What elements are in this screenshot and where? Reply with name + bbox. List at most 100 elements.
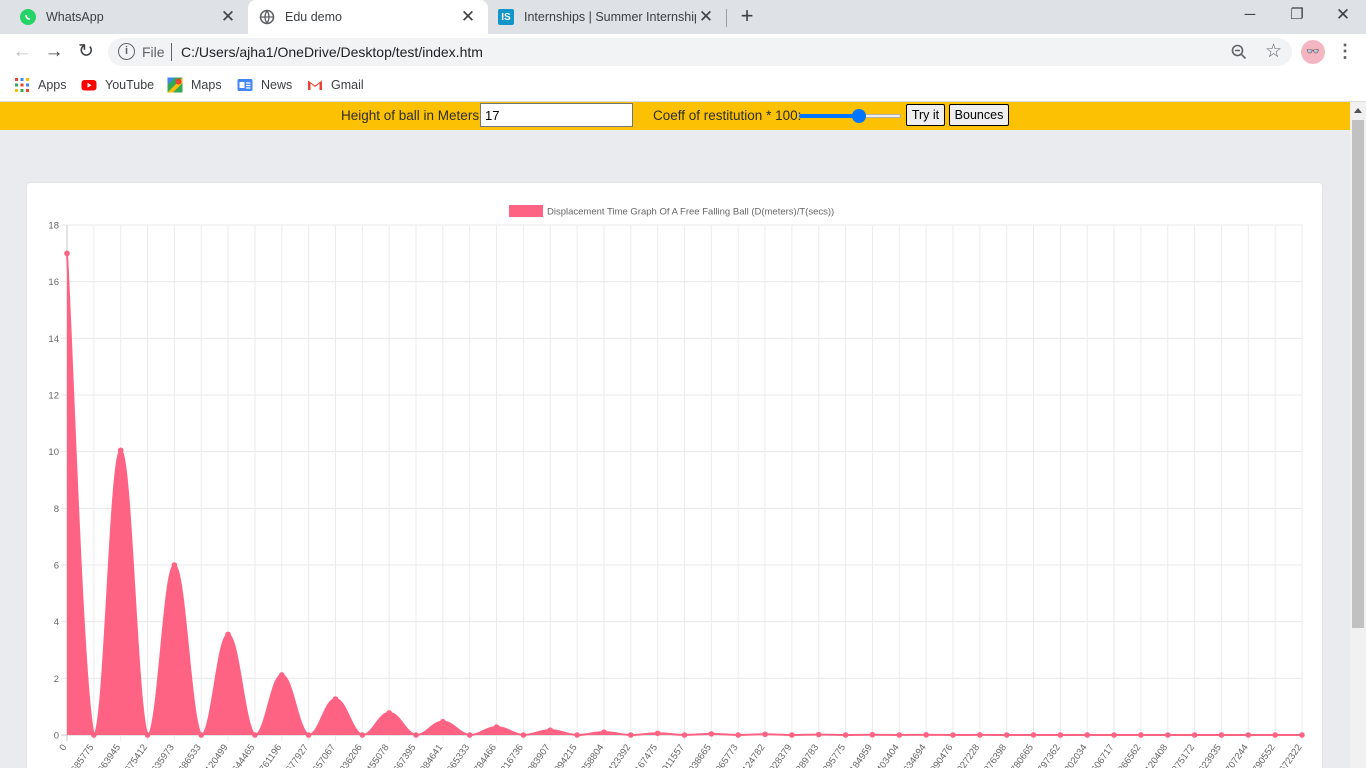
data-point[interactable] (225, 631, 231, 638)
data-point[interactable] (950, 732, 956, 738)
bookmark-apps[interactable]: Apps (14, 77, 67, 93)
data-point[interactable] (91, 732, 97, 738)
y-tick-label: 8 (54, 504, 59, 515)
tab-whatsapp[interactable]: WhatsApp ✕ (0, 0, 248, 34)
scroll-thumb[interactable] (1352, 120, 1364, 628)
close-window-button[interactable]: ✕ (1320, 0, 1366, 30)
data-point[interactable] (708, 731, 715, 737)
profile-avatar[interactable]: 👓 (1301, 40, 1325, 64)
data-point[interactable] (305, 732, 312, 738)
data-point[interactable] (789, 732, 795, 738)
data-point[interactable] (547, 727, 554, 733)
new-tab-button[interactable]: + (735, 5, 759, 29)
data-point[interactable] (923, 732, 929, 738)
zoom-icon[interactable] (1230, 43, 1248, 61)
data-point[interactable] (520, 732, 527, 738)
data-point[interactable] (198, 732, 205, 738)
bookmark-star-icon[interactable]: ☆ (1265, 40, 1282, 63)
data-point[interactable] (440, 718, 446, 725)
x-tick-label: .677927 (282, 742, 311, 768)
data-point[interactable] (1218, 732, 1225, 738)
data-point[interactable] (1164, 732, 1171, 738)
bookmark-maps[interactable]: Maps (167, 77, 222, 93)
data-point[interactable] (171, 562, 178, 568)
y-tick-label: 2 (54, 674, 59, 685)
back-button[interactable]: ← (8, 38, 36, 66)
slider-thumb[interactable] (851, 109, 866, 123)
bookmark-gmail[interactable]: Gmail (307, 77, 364, 93)
menu-icon[interactable]: ⋮ (1336, 40, 1354, 64)
data-point[interactable] (144, 732, 151, 738)
close-tab-icon[interactable]: ✕ (218, 7, 238, 27)
x-tick-label: .635973 (148, 742, 177, 768)
data-point[interactable] (386, 710, 392, 716)
tab-edu-demo[interactable]: Edu demo ✕ (248, 0, 488, 34)
x-tick-label: .911557 (659, 742, 687, 768)
page-viewport: Height of ball in Meters: Coeff of resti… (0, 102, 1350, 768)
data-point[interactable] (413, 732, 419, 738)
height-input[interactable] (480, 103, 633, 127)
try-it-button[interactable]: Try it (906, 104, 945, 126)
minimize-button[interactable]: ─ (1227, 0, 1273, 30)
data-point[interactable] (735, 732, 741, 738)
chart-grid (61, 224, 1303, 741)
data-point[interactable] (359, 732, 366, 738)
bookmarks-bar: Apps YouTube Maps News Gmail (0, 70, 1366, 102)
data-point[interactable] (1030, 732, 1037, 738)
y-tick-label: 16 (48, 277, 59, 288)
data-point[interactable] (64, 250, 70, 257)
data-point[interactable] (977, 732, 983, 738)
data-point[interactable] (278, 672, 285, 678)
bookmark-youtube[interactable]: YouTube (81, 77, 154, 93)
close-tab-icon[interactable]: ✕ (696, 7, 716, 27)
chart-legend[interactable]: Displacement Time Graph Of A Free Fallin… (509, 205, 834, 218)
forward-button[interactable]: → (40, 38, 68, 66)
data-point[interactable] (574, 732, 580, 738)
scroll-up-arrow[interactable] (1354, 108, 1362, 113)
page-scrollbar[interactable] (1350, 102, 1366, 768)
data-point[interactable] (1272, 732, 1278, 738)
data-point[interactable] (815, 731, 822, 738)
data-point[interactable] (332, 696, 339, 702)
url-divider (171, 43, 172, 61)
data-point[interactable] (252, 732, 258, 738)
x-tick-label: .065773 (712, 742, 741, 768)
bookmark-news[interactable]: News (237, 77, 292, 93)
data-point[interactable] (1299, 732, 1305, 738)
x-tick-label: .120408 (1142, 742, 1171, 768)
reload-button[interactable]: ↻ (72, 38, 100, 66)
data-point[interactable] (1245, 732, 1252, 738)
data-point[interactable] (1057, 732, 1064, 738)
data-point[interactable] (466, 732, 473, 738)
restore-button[interactable]: ❐ (1274, 0, 1320, 30)
data-point[interactable] (1084, 732, 1091, 738)
data-point[interactable] (601, 729, 607, 735)
url-text[interactable]: C:/Users/ajha1/OneDrive/Desktop/test/ind… (181, 44, 483, 60)
info-icon[interactable]: i (118, 43, 135, 60)
tab-internships[interactable]: IS Internships | Summer Internship ✕ (488, 0, 726, 34)
data-point[interactable] (1111, 732, 1117, 738)
data-point[interactable] (654, 730, 661, 737)
data-point[interactable] (628, 732, 634, 738)
data-point[interactable] (869, 731, 876, 738)
data-point[interactable] (896, 732, 903, 738)
data-point[interactable] (842, 732, 849, 738)
x-tick-label: .876398 (980, 742, 1009, 768)
y-tick-label: 0 (54, 731, 59, 742)
data-point[interactable] (681, 732, 688, 738)
data-point[interactable] (117, 447, 124, 454)
data-point[interactable] (493, 724, 500, 730)
x-tick-label: .202034 (1061, 742, 1090, 768)
address-bar[interactable]: i File C:/Users/ajha1/OneDrive/Desktop/t… (108, 38, 1292, 66)
x-tick-label: .455078 (363, 742, 392, 768)
data-point[interactable] (1138, 732, 1144, 738)
bookmark-label: News (261, 78, 293, 92)
data-point[interactable] (1003, 732, 1010, 738)
bounces-button[interactable]: Bounces (949, 104, 1009, 126)
data-point[interactable] (762, 731, 768, 738)
x-tick-label: .038665 (685, 742, 714, 768)
x-tick-label: .083907 (524, 742, 553, 768)
close-tab-icon[interactable]: ✕ (458, 7, 478, 27)
data-point[interactable] (1191, 732, 1198, 738)
coeff-slider[interactable] (799, 108, 901, 124)
